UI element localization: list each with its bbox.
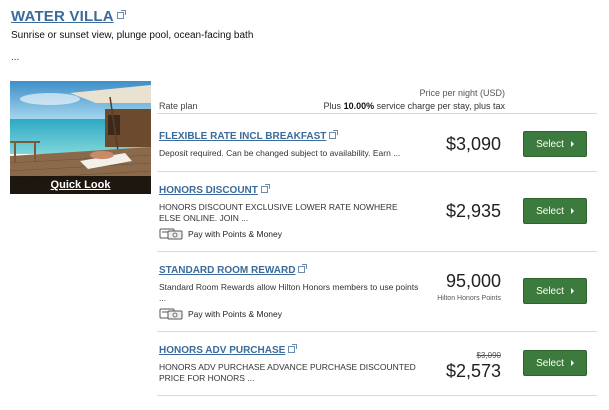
rate-name-link[interactable]: STANDARD ROOM REWARD — [159, 265, 295, 276]
external-link-icon — [298, 264, 308, 273]
service-charge-suffix: service charge per stay, plus tax — [374, 101, 505, 111]
select-button-label: Select — [536, 138, 564, 150]
pay-with-points-money: Pay with Points & Money — [159, 308, 599, 320]
rate-plan-header: Rate plan — [159, 101, 198, 111]
divider — [157, 171, 597, 172]
rate-price: 95,000 — [445, 271, 501, 291]
room-photo[interactable]: Quick Look — [10, 81, 151, 194]
service-charge-prefix: Plus — [323, 101, 344, 111]
divider — [157, 251, 597, 252]
select-button[interactable]: Select — [523, 198, 587, 224]
pay-with-points-money: Pay with Points & Money — [159, 228, 599, 240]
divider — [157, 113, 597, 114]
divider — [157, 331, 597, 332]
external-link-icon — [288, 344, 298, 353]
rate-description: Standard Room Rewards allow Hilton Honor… — [159, 282, 419, 303]
select-button[interactable]: Select — [523, 278, 587, 304]
service-charge-percent: 10.00% — [343, 101, 375, 111]
pay-option-label: Pay with Points & Money — [188, 309, 283, 319]
quick-look-link[interactable]: Quick Look — [10, 176, 151, 194]
external-link-icon — [116, 10, 126, 19]
room-title[interactable]: WATER VILLA — [11, 8, 114, 25]
select-button-label: Select — [536, 205, 564, 217]
rate-price-unit: Hilton Honors Points — [437, 295, 501, 302]
points-money-icon — [159, 228, 183, 240]
price-per-night-header: Price per night (USD) — [419, 88, 505, 98]
external-link-icon — [329, 130, 339, 139]
rate-price: $3,090 — [445, 134, 501, 154]
rate-description: HONORS DISCOUNT EXCLUSIVE LOWER RATE NOW… — [159, 202, 398, 223]
room-description: Sunrise or sunset view, plunge pool, oce… — [11, 30, 254, 41]
service-charge-note: Plus 10.00% service charge per stay, plu… — [324, 101, 505, 111]
divider — [157, 395, 597, 396]
select-button-label: Select — [536, 285, 564, 297]
chevron-right-icon — [570, 208, 574, 214]
select-button[interactable]: Select — [523, 131, 587, 157]
room-more-text: ... — [11, 52, 20, 63]
rate-name-link[interactable]: FLEXIBLE RATE INCL BREAKFAST — [159, 131, 326, 142]
rate-name-link[interactable]: HONORS ADV PURCHASE — [159, 345, 285, 356]
room-title-link[interactable]: WATER VILLA — [11, 8, 126, 25]
rate-price: $2,573 — [445, 361, 501, 381]
select-button-label: Select — [536, 357, 564, 369]
rate-price: $2,935 — [445, 201, 501, 221]
points-money-icon — [159, 308, 183, 320]
pay-option-label: Pay with Points & Money — [188, 229, 283, 239]
rate-name-link[interactable]: HONORS DISCOUNT — [159, 185, 258, 196]
chevron-right-icon — [570, 141, 574, 147]
external-link-icon — [260, 184, 270, 193]
select-button[interactable]: Select — [523, 350, 587, 376]
original-price: $3,090 — [476, 351, 501, 360]
rate-description: HONORS ADV PURCHASE ADVANCE PURCHASE DIS… — [159, 362, 416, 383]
chevron-right-icon — [570, 360, 574, 366]
chevron-right-icon — [570, 288, 574, 294]
rate-description: Deposit required. Can be changed subject… — [159, 148, 401, 158]
